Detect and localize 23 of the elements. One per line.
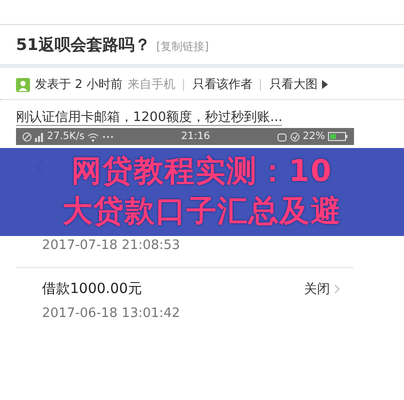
loan-date: 2017-07-18 21:08:53 — [42, 238, 182, 253]
signal-icon — [35, 132, 44, 142]
post-time: 发表于 2 小时前 — [35, 76, 122, 93]
loan-status[interactable]: 关闭 — [304, 280, 340, 298]
loan-date: 2017-06-18 13:01:42 — [42, 306, 182, 321]
post-text: 刚认证信用卡邮箱，1200额度，秒过秒到账... — [16, 110, 282, 126]
battery-percent: 22% — [302, 131, 325, 142]
banner-headline: 大贷款口子汇总及避 — [62, 193, 342, 231]
play-icon — [322, 80, 328, 89]
battery-icon — [328, 131, 348, 142]
wifi-icon — [87, 132, 100, 142]
shield-icon — [290, 132, 300, 142]
filter-link[interactable]: 只看该作者 — [192, 76, 252, 93]
post-title: 51返呗会套路吗？ — [16, 35, 150, 56]
avatar-icon — [16, 78, 30, 92]
blocked-icon — [22, 132, 32, 142]
chevron-right-icon — [334, 284, 340, 294]
banner-headline: 网贷教程实测：10 — [72, 153, 332, 191]
status-time: 21:16 — [180, 131, 211, 142]
loan-amount: 借款1000.00元 — [42, 280, 142, 298]
filter-link[interactable]: 只看大图 — [269, 76, 318, 93]
network-speed: 27.5K/s — [47, 131, 84, 142]
post-source: 来自手机 — [127, 76, 176, 93]
